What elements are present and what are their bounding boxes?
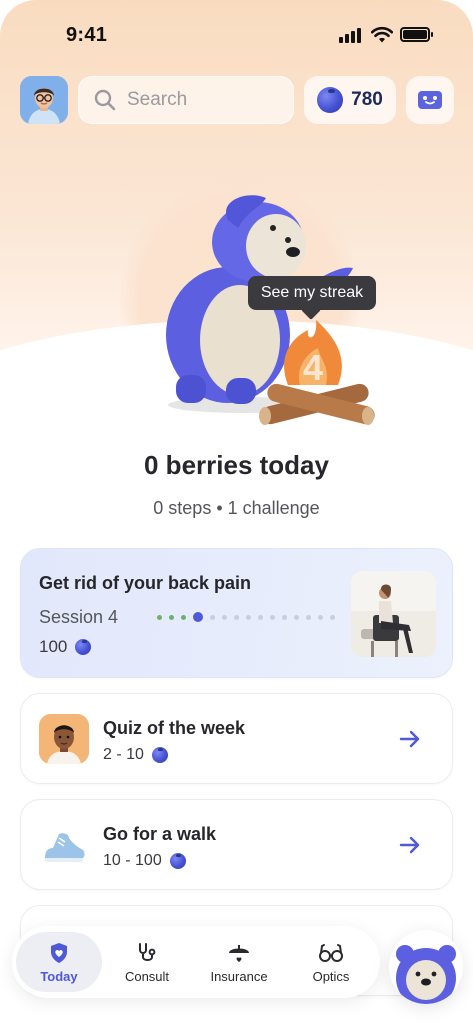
umbrella-icon — [229, 944, 249, 962]
tab-optics-label: Optics — [312, 968, 350, 984]
shoe-illustration — [44, 833, 85, 862]
sneaker-icon — [39, 820, 89, 870]
progress-dot — [306, 614, 311, 620]
challenge-card[interactable]: Get rid of your back pain Session 4 100 — [20, 548, 453, 678]
progress-dot — [246, 614, 251, 620]
quiz-reward-range: 2 - 10 — [103, 746, 144, 763]
tab-consult[interactable]: Consult — [104, 932, 190, 992]
progress-dot — [222, 614, 227, 620]
challenge-title: Get rid of your back pain — [39, 573, 252, 593]
status-time: 9:41 — [66, 24, 108, 46]
walk-reward-range: 10 - 100 — [103, 852, 162, 869]
blueberry-icon — [169, 853, 186, 869]
quiz-title: Quiz of the week — [103, 718, 246, 738]
progress-dot — [258, 614, 263, 620]
progress-dot — [318, 614, 323, 620]
app-screen: 9:41 780 — [0, 0, 473, 1024]
challenge-reward-value: 100 — [39, 637, 68, 656]
wifi-icon — [371, 26, 393, 43]
status-bar: 9:41 — [0, 0, 473, 70]
glasses-icon — [319, 943, 343, 962]
stethoscope-icon — [139, 942, 156, 961]
member-card-button[interactable] — [406, 76, 454, 124]
blueberry-icon — [151, 747, 168, 763]
seated-exercise-image — [351, 571, 436, 657]
challenge-reward: 100 — [39, 637, 92, 657]
tab-today-label: Today — [40, 968, 78, 984]
streak-number: 4 — [303, 347, 323, 388]
bottom-navigation: Today Consult Insurance Optics — [12, 926, 380, 998]
progress-dot — [157, 614, 162, 620]
tab-consult-label: Consult — [124, 968, 170, 984]
tab-optics[interactable]: Optics — [288, 932, 374, 992]
streak-tooltip[interactable]: See my streak — [248, 276, 376, 310]
arrow-right-icon[interactable] — [398, 727, 422, 751]
berries-balance[interactable]: 780 — [304, 76, 396, 124]
member-card-icon — [418, 91, 442, 109]
progress-dot — [234, 614, 239, 620]
progress-dot — [169, 614, 174, 620]
heart-shield-icon — [51, 942, 67, 963]
search-bar[interactable] — [78, 76, 294, 124]
daily-summary: 0 steps • 1 challenge — [153, 498, 320, 518]
bear-mascot[interactable]: 4 — [148, 190, 378, 430]
berries-count: 780 — [351, 89, 383, 110]
person-avatar-icon — [39, 714, 89, 764]
bear-campfire-illustration: 4 — [166, 195, 375, 425]
blueberry-icon — [317, 87, 344, 113]
challenge-photo — [351, 571, 436, 657]
arrow-right-icon[interactable] — [398, 833, 422, 857]
challenge-session: Session 4 — [39, 607, 119, 627]
quiz-avatar — [39, 714, 89, 764]
progress-dot — [181, 614, 186, 620]
walk-card[interactable]: Go for a walk 10 - 100 — [20, 799, 453, 890]
bear-face-icon — [389, 930, 463, 1004]
quiz-card[interactable]: Quiz of the week 2 - 10 — [20, 693, 453, 784]
progress-dot — [330, 614, 335, 620]
battery-icon — [400, 27, 433, 42]
search-input[interactable] — [127, 89, 267, 111]
progress-dot — [210, 614, 215, 620]
walk-title: Go for a walk — [103, 824, 217, 844]
bear-assistant-button[interactable] — [389, 930, 463, 1004]
progress-dot — [282, 614, 287, 620]
tab-insurance[interactable]: Insurance — [196, 932, 282, 992]
session-progress — [157, 612, 335, 622]
quiz-reward: 2 - 10 — [103, 746, 168, 764]
progress-dot — [193, 612, 203, 622]
search-icon — [94, 89, 116, 111]
tab-insurance-label: Insurance — [210, 968, 268, 984]
avatar-face-icon — [20, 76, 68, 124]
progress-dot — [270, 614, 275, 620]
progress-dot — [294, 614, 299, 620]
walk-reward: 10 - 100 — [103, 852, 186, 870]
profile-avatar[interactable] — [20, 76, 68, 124]
cellular-signal-icon — [339, 28, 361, 43]
berries-today-heading: 0 berries today — [144, 450, 329, 480]
blueberry-icon — [75, 639, 92, 655]
tab-today[interactable]: Today — [16, 932, 102, 992]
